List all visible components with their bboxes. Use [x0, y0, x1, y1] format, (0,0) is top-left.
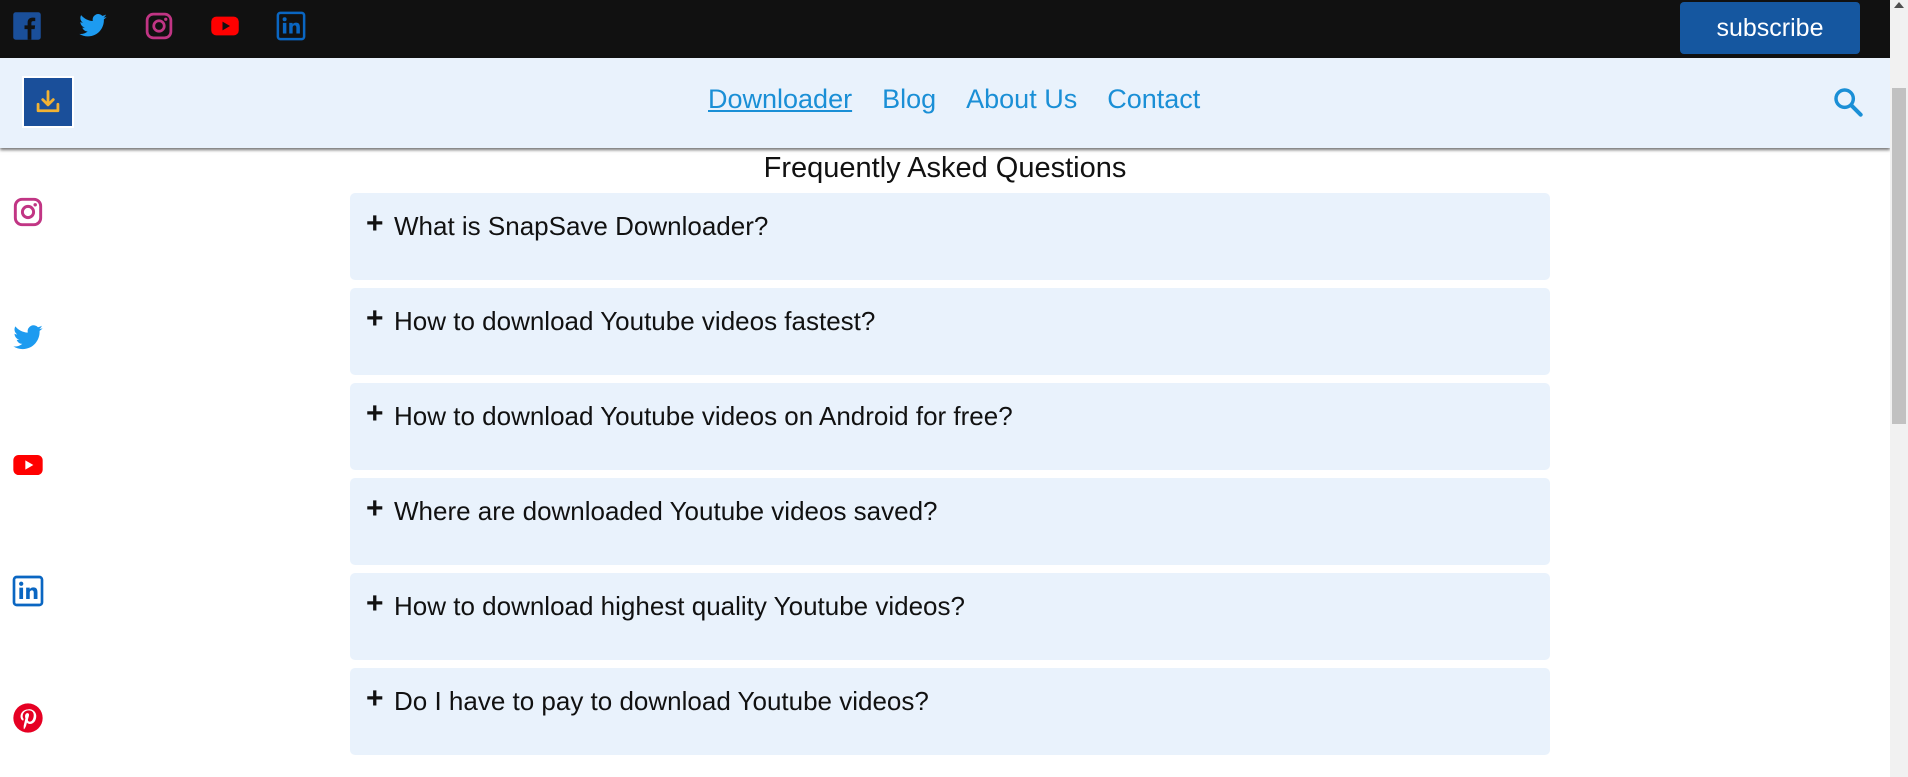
faq-question: How to download Youtube videos on Androi…	[394, 401, 1013, 431]
faq-question: How to download highest quality Youtube …	[394, 591, 965, 621]
plus-icon: +	[366, 587, 384, 620]
faq-title: Frequently Asked Questions	[763, 152, 1127, 184]
linkedin-icon[interactable]	[12, 575, 44, 607]
twitter-icon[interactable]	[78, 11, 108, 41]
faq-item[interactable]: + How to download highest quality Youtub…	[350, 573, 1550, 660]
linkedin-icon[interactable]	[276, 11, 306, 41]
faq-item[interactable]: + How to download Youtube videos fastest…	[350, 288, 1550, 375]
site-logo[interactable]	[22, 76, 74, 128]
nav-about-us[interactable]: About Us	[966, 84, 1077, 115]
scrollbar-thumb[interactable]	[1892, 88, 1906, 424]
faq-item[interactable]: + Do I have to pay to download Youtube v…	[350, 668, 1550, 755]
twitter-icon[interactable]	[12, 322, 44, 354]
faq-question: Do I have to pay to download Youtube vid…	[394, 686, 929, 716]
faq-item[interactable]: + Where are downloaded Youtube videos sa…	[350, 478, 1550, 565]
nav-contact[interactable]: Contact	[1107, 84, 1200, 115]
faq-question: What is SnapSave Downloader?	[394, 211, 769, 241]
nav-downloader[interactable]: Downloader	[708, 84, 852, 115]
plus-icon: +	[366, 397, 384, 430]
faq-item[interactable]: + How to download Youtube videos on Andr…	[350, 383, 1550, 470]
plus-icon: +	[366, 302, 384, 335]
scroll-up-arrow-icon[interactable]	[1894, 2, 1904, 8]
vertical-scrollbar[interactable]	[1890, 0, 1908, 777]
top-social-bar: subscribe	[0, 0, 1890, 58]
nav-blog[interactable]: Blog	[882, 84, 936, 115]
faq-question: How to download Youtube videos fastest?	[394, 306, 876, 336]
pinterest-icon[interactable]	[12, 702, 44, 734]
plus-icon: +	[366, 207, 384, 240]
faq-list: + What is SnapSave Downloader? + How to …	[350, 193, 1550, 763]
faq-question: Where are downloaded Youtube videos save…	[394, 496, 938, 526]
search-icon[interactable]	[1832, 86, 1864, 118]
download-icon	[36, 90, 60, 113]
instagram-icon[interactable]	[12, 196, 44, 228]
facebook-icon[interactable]	[12, 11, 42, 41]
youtube-icon[interactable]	[12, 449, 44, 481]
faq-item[interactable]: + What is SnapSave Downloader?	[350, 193, 1550, 280]
instagram-icon[interactable]	[144, 11, 174, 41]
main-nav: Downloader Blog About Us Contact	[708, 84, 1200, 115]
site-header: Downloader Blog About Us Contact	[0, 58, 1890, 148]
youtube-icon[interactable]	[210, 11, 240, 41]
plus-icon: +	[366, 682, 384, 715]
subscribe-button[interactable]: subscribe	[1680, 2, 1860, 54]
plus-icon: +	[366, 492, 384, 525]
